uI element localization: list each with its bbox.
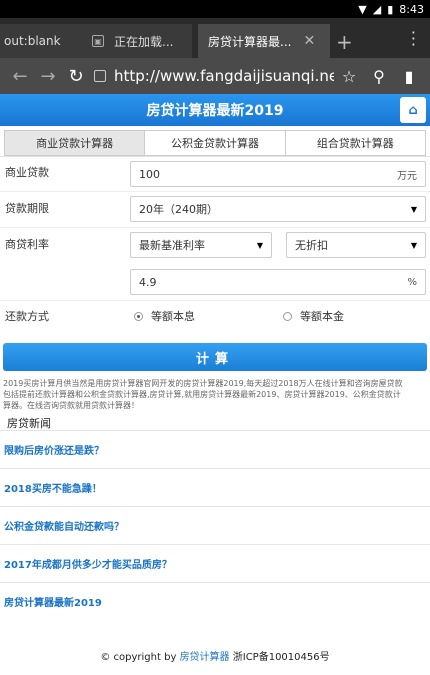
status-bar: ▼ ◢ ▮ 8:43 (0, 0, 430, 18)
discount-select[interactable]: 无折扣 ▼ (286, 232, 426, 258)
tab-title: 房贷计算器最... (208, 34, 292, 49)
news-item[interactable]: 限购后房价涨还是跌？ (0, 430, 430, 468)
page-header: 房贷计算器最新2019 ⌂ (0, 94, 430, 126)
browser-toolbar: ← → ↻ http://www.fangdaijisuanqi.ne ☆ ⚲ … (0, 58, 430, 94)
page-title: 房贷计算器最新2019 (146, 103, 284, 119)
news-item[interactable]: 房贷计算器最新2019 (0, 582, 430, 620)
tab-title: out:blank (4, 34, 61, 48)
loan-amount-input[interactable]: 100 万元 (130, 161, 426, 187)
divider (0, 300, 430, 301)
forward-arrow-icon[interactable]: → (34, 66, 62, 87)
new-tab-button[interactable]: + (336, 30, 353, 54)
rate-type-value: 最新基准利率 (139, 239, 205, 252)
news-section-title: 房贷新闻 (7, 417, 51, 430)
loan-term-select[interactable]: 20年（240期） ▼ (130, 196, 426, 222)
description-line: 算器。在线咨询贷款就用贷款计算器！ (3, 401, 139, 410)
tab-provident-fund-loan[interactable]: 公积金贷款计算器 (145, 131, 286, 155)
loan-form: 商业贷款 100 万元 贷款期限 20年（240期） ▼ 商贷利率 最新基准利率… (0, 156, 430, 336)
interest-rate-label: 商贷利率 (5, 238, 49, 251)
browser-menu-icon[interactable]: · · · (411, 25, 416, 53)
copyright-text: © copyright by (100, 652, 177, 663)
description-text: 2019买房计算月供当然是用房贷计算器官网开发的房贷计算器2019,每天超过20… (3, 378, 430, 411)
browser-tab-strip: out:blank ▣ 正在加载... 房贷计算器最... ✕ + · · · (0, 18, 430, 58)
repayment-method-label: 还款方式 (5, 310, 49, 323)
home-icon[interactable]: ⌂ (400, 97, 426, 123)
description-line: 2019买房计算月供当然是用房贷计算器官网开发的房贷计算器2019,每天超过20… (3, 379, 403, 388)
bookmark-star-icon[interactable]: ☆ (334, 67, 364, 86)
loan-amount-value: 100 (139, 167, 160, 181)
dropdown-caret-icon: ▼ (410, 240, 417, 250)
loan-amount-label: 商业贷款 (5, 166, 49, 179)
loan-term-value: 20年（240期） (139, 203, 218, 216)
rate-type-select[interactable]: 最新基准利率 ▼ (130, 232, 272, 258)
status-time: 8:43 (399, 2, 424, 16)
radio-unselected-icon (283, 311, 292, 321)
signal-icon: ◢ (372, 2, 382, 16)
browser-tab-active[interactable]: 房贷计算器最... ✕ (198, 24, 330, 58)
radio-equal-installment[interactable]: 等额本息 (134, 308, 195, 324)
divider (0, 191, 430, 192)
url-text: http://www.fangdaijisuanqi.ne (114, 67, 334, 85)
description-line: 包括提前还款计算器和公积金贷款计算器,房贷计算,就用房贷计算器最新2019、房贷… (3, 390, 401, 399)
news-item[interactable]: 2017年成都月供多少才能买品质房？ (0, 544, 430, 582)
tab-title: 正在加载... (114, 34, 174, 49)
search-icon[interactable]: ⚲ (364, 67, 394, 86)
page-icon: ▣ (92, 35, 104, 47)
dropdown-caret-icon: ▼ (410, 204, 417, 214)
icp-text: 浙ICP备10010456号 (232, 652, 330, 663)
tab-combined-loan[interactable]: 组合贷款计算器 (285, 131, 425, 155)
radio-selected-icon (134, 311, 143, 321)
news-list: 限购后房价涨还是跌？ 2018买房不能急躁！ 公积金贷款能自动还款吗？ 2017… (0, 430, 430, 620)
reload-icon[interactable]: ↻ (62, 66, 90, 87)
address-bar[interactable]: http://www.fangdaijisuanqi.ne (94, 67, 334, 85)
battery-icon: ▮ (387, 2, 394, 16)
interest-rate-unit: % (407, 276, 417, 288)
radio-label: 等额本息 (151, 310, 195, 323)
tab-commercial-loan[interactable]: 商业贷款计算器 (5, 131, 146, 155)
radio-equal-principal[interactable]: 等额本金 (283, 308, 344, 324)
discount-value: 无折扣 (295, 239, 328, 252)
loan-amount-unit: 万元 (397, 170, 417, 182)
interest-rate-value: 4.9 (139, 275, 157, 289)
radio-label: 等额本金 (300, 310, 344, 323)
browser-tab-blank[interactable]: out:blank (0, 24, 90, 58)
close-tab-icon[interactable]: ✕ (303, 33, 315, 49)
calculate-button[interactable]: 计算 (3, 343, 427, 371)
footer-link[interactable]: 房贷计算器 (180, 652, 230, 663)
browser-tab-loading[interactable]: ▣ 正在加载... (82, 24, 192, 58)
site-icon (94, 70, 106, 82)
bookmarks-icon[interactable]: ▮ (394, 67, 424, 86)
page-footer: © copyright by 房贷计算器 浙ICP备10010456号 (0, 648, 430, 663)
back-arrow-icon[interactable]: ← (6, 66, 34, 87)
news-item[interactable]: 2018买房不能急躁！ (0, 468, 430, 506)
calculator-tabs: 商业贷款计算器 公积金贷款计算器 组合贷款计算器 (4, 130, 426, 156)
loan-term-label: 贷款期限 (5, 202, 49, 215)
news-item[interactable]: 公积金贷款能自动还款吗？ (0, 506, 430, 544)
wifi-icon: ▼ (358, 2, 367, 16)
interest-rate-input[interactable]: 4.9 % (130, 269, 426, 295)
dropdown-caret-icon: ▼ (256, 240, 263, 250)
divider (0, 227, 430, 228)
